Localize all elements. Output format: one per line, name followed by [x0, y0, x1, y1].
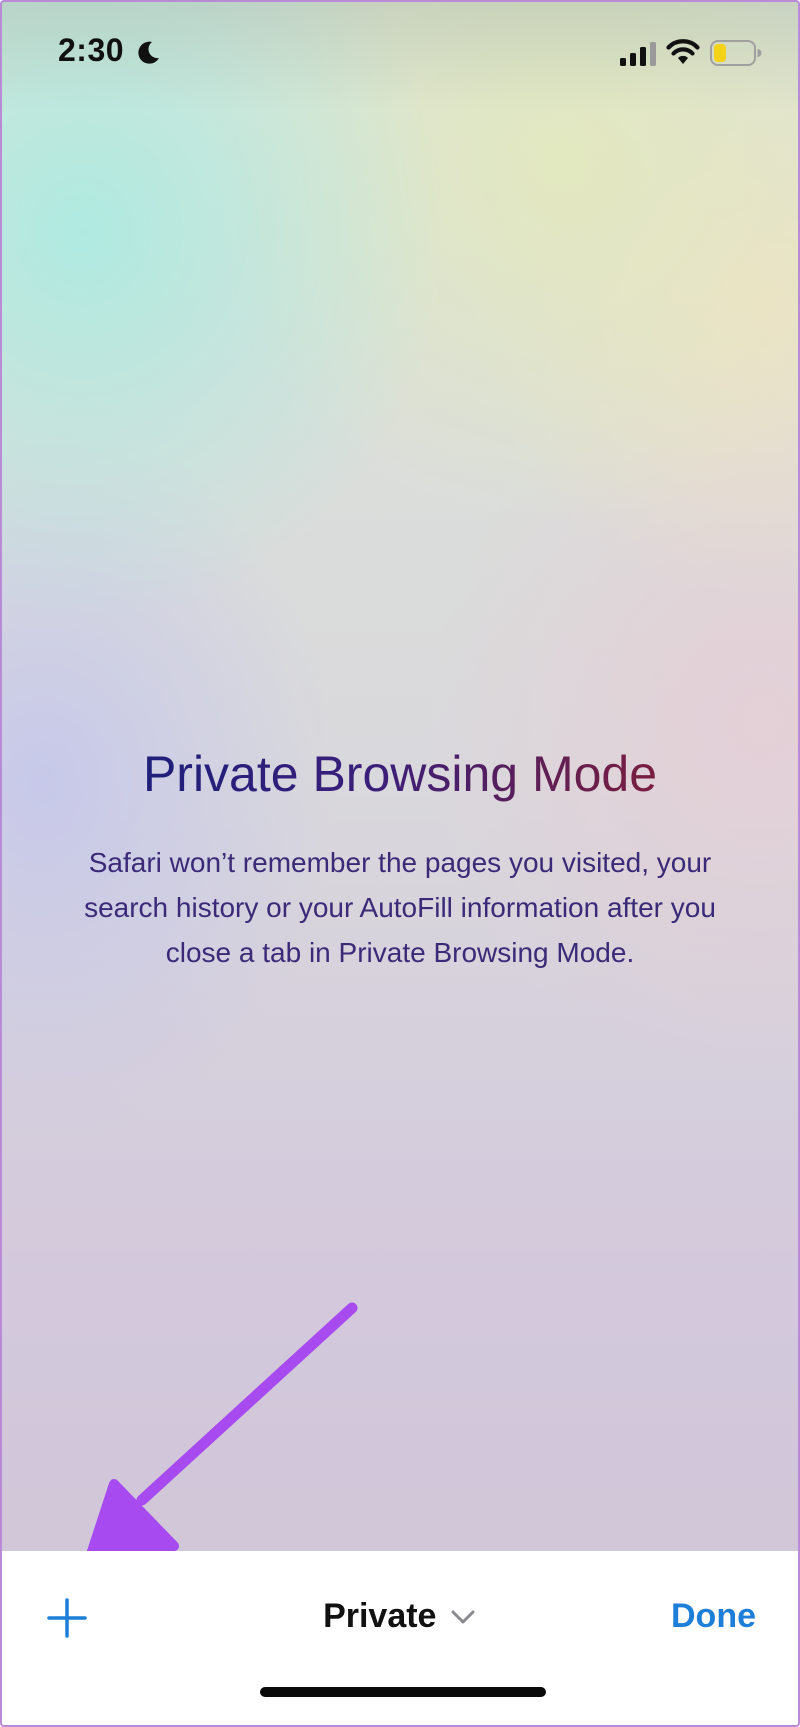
- private-browsing-description: Safari won’t remember the pages you visi…: [84, 847, 716, 968]
- status-bar: 2:30: [2, 2, 798, 102]
- cellular-signal-icon: [620, 42, 656, 66]
- moon-icon: [138, 41, 159, 64]
- page-title: Private Browsing Mode: [143, 742, 657, 806]
- home-indicator: [260, 1687, 546, 1697]
- tab-toolbar: Private Done: [2, 1551, 798, 1725]
- battery-icon: [710, 40, 762, 66]
- status-time: 2:30: [58, 32, 125, 68]
- wifi-icon: [666, 39, 700, 64]
- tab-group-label: Private: [323, 1597, 437, 1635]
- chevron-down-icon: [451, 1610, 475, 1623]
- done-button[interactable]: Done: [671, 1597, 756, 1636]
- safari-tab-overview-screen: 2:30 Private Browsing Mode Safari won’t …: [0, 0, 800, 1727]
- private-browsing-message: Private Browsing Mode Safari won’t remem…: [2, 742, 798, 975]
